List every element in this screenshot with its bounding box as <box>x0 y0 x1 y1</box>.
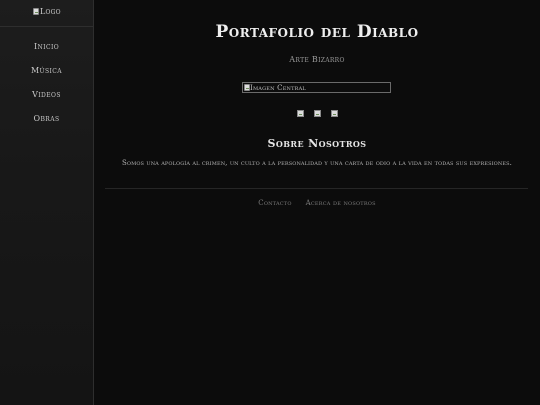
central-image-alt-text: Imagen Central <box>250 83 306 92</box>
sidebar: Logo Inicio Música Videos Obras <box>0 0 94 405</box>
logo[interactable]: Logo <box>33 7 61 16</box>
sidebar-nav: Inicio Música Videos Obras <box>0 34 93 130</box>
sidebar-item-musica[interactable]: Música <box>0 58 93 82</box>
central-image: Imagen Central <box>242 82 391 93</box>
logo-area: Logo <box>0 0 93 27</box>
footer: Contacto Acerca de nosotros <box>94 199 540 207</box>
thumbnail-row <box>297 110 338 117</box>
sidebar-item-obras[interactable]: Obras <box>0 106 93 130</box>
about-heading: Sobre Nosotros <box>267 137 367 150</box>
thumbnail-image-icon[interactable] <box>331 110 338 117</box>
thumbnail-image-icon[interactable] <box>297 110 304 117</box>
divider <box>105 188 528 189</box>
footer-link-acerca[interactable]: Acerca de nosotros <box>306 199 376 207</box>
sidebar-item-inicio[interactable]: Inicio <box>0 34 93 58</box>
page-subtitle: Arte Bizarro <box>289 55 345 64</box>
broken-image-icon <box>33 8 39 15</box>
footer-link-contacto[interactable]: Contacto <box>258 199 291 207</box>
sidebar-item-videos[interactable]: Videos <box>0 82 93 106</box>
page-title: Portafolio del Diablo <box>215 22 419 42</box>
thumbnail-image-icon[interactable] <box>314 110 321 117</box>
main-content: Portafolio del Diablo Arte Bizarro Image… <box>94 0 540 405</box>
broken-image-icon <box>244 84 250 91</box>
about-text: Somos una apología al crimen, un culto a… <box>122 159 512 167</box>
logo-alt-text: Logo <box>40 7 61 16</box>
